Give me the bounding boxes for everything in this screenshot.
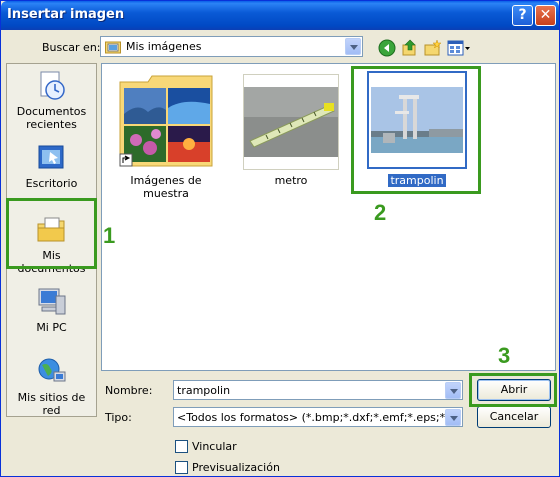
my-computer-icon (38, 288, 65, 315)
highlight-my-documents (6, 198, 97, 269)
new-folder-icon[interactable] (424, 39, 442, 57)
place-label: Escritorio (25, 177, 78, 190)
dialog-title: Insertar imagen (7, 7, 125, 22)
view-menu-icon[interactable] (447, 39, 471, 57)
close-button[interactable]: ✕ (535, 5, 556, 26)
link-checkbox-label: Vincular (192, 440, 237, 453)
place-desktop[interactable]: Escritorio (7, 142, 96, 190)
filename-label: Nombre: (105, 384, 153, 397)
filetype-label: Tipo: (105, 411, 132, 424)
help-button[interactable]: ? (512, 5, 533, 26)
insert-image-dialog: Insertar imagen ? ✕ Buscar en: Mis imáge… (0, 0, 560, 477)
lookin-value: Mis imágenes (126, 40, 202, 53)
highlight-open-button (469, 373, 557, 407)
lookin-dropdown-arrow[interactable] (345, 38, 361, 55)
place-recent-documents[interactable]: Documentos recientes (7, 70, 96, 131)
up-folder-icon[interactable] (401, 39, 419, 57)
place-network[interactable]: Mis sitios de red (7, 356, 96, 417)
preview-checkbox[interactable] (175, 461, 188, 474)
filetype-dropdown-arrow[interactable] (445, 409, 461, 426)
preview-checkbox-label: Previsualización (192, 461, 280, 474)
pictures-folder-icon (105, 41, 121, 54)
place-label: Mi PC (36, 321, 67, 334)
step-1-marker: 1 (103, 223, 116, 248)
sample-pictures-folder[interactable] (118, 74, 214, 170)
step-2-marker: 2 (374, 200, 387, 225)
filetype-value: <Todos los formatos> (*.bmp;*.dxf;*.emf;… (177, 411, 447, 424)
lookin-label: Buscar en: (42, 41, 101, 54)
place-label: Mis sitios de red (17, 391, 86, 417)
recent-documents-icon (40, 71, 65, 100)
network-places-icon (38, 358, 65, 382)
filename-value: trampolin (177, 384, 231, 397)
back-icon[interactable] (378, 39, 396, 57)
file-label: metro (274, 174, 308, 187)
title-bar: Insertar imagen ? ✕ (1, 1, 559, 30)
desktop-icon (38, 145, 63, 169)
file-list-view[interactable]: Imágenes de muestra metro trampolin (101, 63, 556, 371)
file-thumbnail-metro[interactable] (243, 74, 339, 170)
filename-input[interactable]: trampolin (173, 380, 463, 400)
filename-dropdown-arrow[interactable] (445, 382, 461, 399)
filetype-select[interactable]: <Todos los formatos> (*.bmp;*.dxf;*.emf;… (173, 407, 463, 427)
file-label: Imágenes de muestra (130, 174, 202, 200)
folder-thumbnail-icon (119, 75, 213, 167)
place-my-computer[interactable]: Mi PC (7, 286, 96, 334)
lookin-select[interactable]: Mis imágenes (100, 36, 363, 57)
cancel-button[interactable]: Cancelar (477, 406, 551, 428)
place-label: Documentos recientes (16, 105, 87, 131)
step-3-marker: 3 (498, 343, 511, 368)
highlight-trampolin (351, 66, 481, 194)
tape-measure-photo (244, 87, 338, 157)
link-checkbox[interactable] (175, 440, 188, 453)
